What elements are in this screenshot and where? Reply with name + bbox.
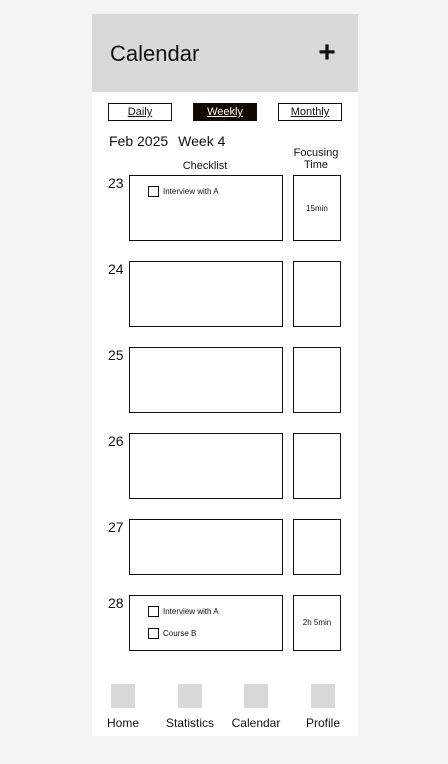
home-icon[interactable] <box>111 684 135 708</box>
day-number: 25 <box>108 347 124 363</box>
day-checklist-box[interactable] <box>129 347 283 413</box>
day-checklist-box[interactable]: Interview with A Course B <box>129 595 283 651</box>
app-screen: Calendar + Daily Weekly Monthly Feb 2025… <box>92 14 358 736</box>
focusing-time-header: Focusing Time <box>286 147 346 171</box>
nav-label: Profile <box>305 716 340 730</box>
day-number: 23 <box>108 175 124 191</box>
bottom-navigation: Home Statistics Calendar Profile <box>92 678 358 736</box>
day-checklist-box[interactable]: Interview with A <box>129 175 283 241</box>
focus-time-value: 2h 5min <box>302 618 332 627</box>
nav-label: Calendar <box>231 716 281 730</box>
day-checklist-box[interactable] <box>129 433 283 499</box>
checklist-item[interactable]: Interview with A <box>148 185 219 197</box>
day-number: 26 <box>108 433 124 449</box>
focus-time-value: 15min <box>306 204 328 213</box>
nav-statistics[interactable]: Statistics <box>157 684 223 730</box>
focus-time-box[interactable] <box>293 261 341 327</box>
day-number: 27 <box>108 519 124 535</box>
checklist-header: Checklist <box>182 160 228 172</box>
day-checklist-box[interactable] <box>129 261 283 327</box>
day-number: 28 <box>108 595 124 611</box>
checkbox-icon[interactable] <box>148 605 159 617</box>
header-bar: Calendar + <box>92 14 358 92</box>
period-label: Feb 2025 Week 4 <box>109 133 225 149</box>
focus-time-box[interactable] <box>293 347 341 413</box>
month-label: Feb 2025 <box>109 133 169 149</box>
nav-calendar[interactable]: Calendar <box>223 684 289 730</box>
day-checklist-box[interactable] <box>129 519 283 575</box>
focus-time-box[interactable]: 15min <box>293 175 341 241</box>
page-title: Calendar <box>110 41 200 66</box>
checklist-item[interactable]: Interview with A <box>148 605 219 617</box>
focus-time-box[interactable] <box>293 433 341 499</box>
checkbox-icon[interactable] <box>148 627 159 639</box>
profile-icon[interactable] <box>311 684 335 708</box>
task-label: Course B <box>163 628 197 638</box>
checkbox-icon[interactable] <box>148 185 159 197</box>
statistics-icon[interactable] <box>178 684 202 708</box>
nav-label: Home <box>106 716 139 730</box>
focus-time-box[interactable]: 2h 5min <box>293 595 341 651</box>
tab-monthly[interactable]: Monthly <box>278 103 342 121</box>
nav-label: Statistics <box>165 716 214 730</box>
nav-home[interactable]: Home <box>92 684 156 730</box>
task-label: Interview with A <box>163 186 219 196</box>
focusing-time-header-line1: Focusing <box>293 147 339 159</box>
week-label: Week 4 <box>178 133 226 149</box>
calendar-icon[interactable] <box>244 684 268 708</box>
day-number: 24 <box>108 261 124 277</box>
add-button[interactable]: + <box>314 36 340 70</box>
focus-time-box[interactable] <box>293 519 341 575</box>
task-label: Interview with A <box>163 606 219 616</box>
nav-profile[interactable]: Profile <box>290 684 356 730</box>
tab-weekly[interactable]: Weekly <box>193 103 257 121</box>
checklist-item[interactable]: Course B <box>148 627 196 639</box>
tab-daily[interactable]: Daily <box>108 103 172 121</box>
focusing-time-header-line2: Time <box>303 159 329 171</box>
